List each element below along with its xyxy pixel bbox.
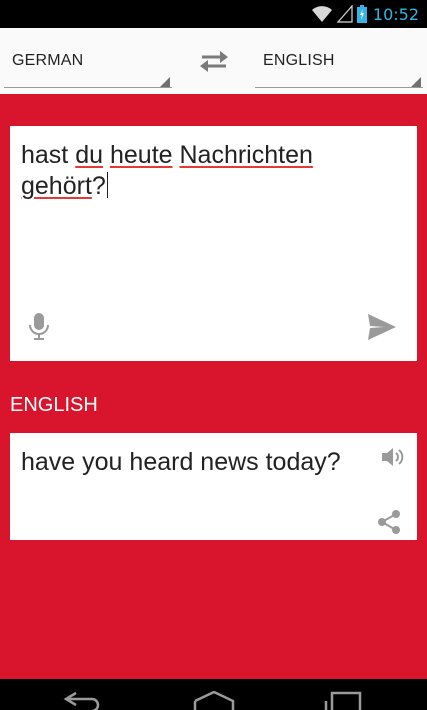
spinner-corner-icon [411, 77, 421, 87]
swap-languages-button[interactable] [198, 48, 230, 74]
share-icon[interactable] [376, 509, 402, 535]
source-language-spinner[interactable]: GERMAN [4, 46, 172, 90]
target-language-label: ENGLISH [263, 52, 335, 69]
send-icon[interactable] [366, 312, 398, 342]
source-language-label: GERMAN [12, 52, 84, 69]
input-word: ? [91, 172, 106, 200]
input-word: hast [21, 141, 69, 169]
input-word-misspelled: Nachrichten [179, 141, 313, 169]
text-cursor [106, 172, 108, 198]
recent-apps-icon[interactable] [324, 691, 364, 710]
home-icon[interactable] [193, 691, 235, 710]
signal-icon [336, 5, 353, 23]
spinner-underline [255, 87, 423, 88]
battery-charging-icon [356, 5, 367, 23]
status-bar: 10:52 [0, 0, 427, 28]
swap-arrows-icon [200, 51, 228, 72]
result-language-label: ENGLISH [10, 394, 98, 416]
navigation-bar [0, 679, 427, 710]
status-icons: 10:52 [311, 4, 419, 24]
input-word-misspelled: du [75, 141, 104, 169]
speaker-icon[interactable] [380, 445, 406, 469]
target-language-spinner[interactable]: ENGLISH [255, 46, 423, 90]
spinner-corner-icon [160, 77, 170, 87]
wifi-icon [311, 6, 332, 22]
translation-result-card[interactable]: have you heard news today? [10, 433, 417, 540]
translate-panel: hast du heute Nachrichten gehört? ENGLISH… [0, 94, 427, 679]
source-input-card[interactable]: hast du heute Nachrichten gehört? [10, 126, 417, 361]
language-bar: GERMAN ENGLISH [0, 28, 427, 94]
back-icon[interactable] [62, 691, 102, 710]
input-word-misspelled: heute [109, 141, 173, 169]
status-time: 10:52 [372, 4, 419, 24]
translation-text: have you heard news today? [21, 448, 341, 476]
source-text-input[interactable]: hast du heute Nachrichten gehört? [21, 140, 401, 202]
microphone-icon[interactable] [28, 312, 50, 342]
spinner-underline [4, 87, 172, 88]
input-word-misspelled: gehört [21, 172, 92, 200]
